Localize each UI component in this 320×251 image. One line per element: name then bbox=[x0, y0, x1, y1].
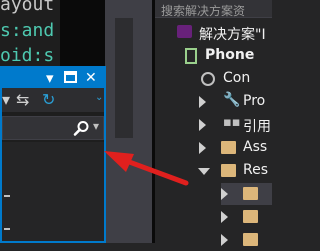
expand-arrow-icon[interactable] bbox=[221, 234, 228, 246]
tool-window-titlebar[interactable]: ▾ ✕ bbox=[2, 68, 104, 88]
code-line: oid:s bbox=[0, 45, 55, 66]
maximize-icon[interactable] bbox=[64, 71, 77, 83]
toolbar-dropdown-icon[interactable]: ▾ bbox=[2, 90, 12, 110]
folder-icon bbox=[243, 187, 258, 200]
search-icon[interactable] bbox=[73, 120, 90, 137]
code-editor[interactable]: ayout s:and oid:s bbox=[0, 0, 60, 70]
refresh-icon[interactable]: ↻ bbox=[42, 90, 55, 110]
references-icon: ▪▪ bbox=[223, 115, 241, 130]
folder-icon bbox=[221, 141, 236, 154]
tree-item-label: Ass bbox=[243, 139, 268, 155]
close-icon[interactable]: ✕ bbox=[85, 69, 97, 87]
solution-icon bbox=[177, 25, 192, 38]
search-placeholder: 搜索解决方案资 bbox=[161, 4, 246, 18]
tool-window-content bbox=[2, 142, 104, 241]
solution-explorer-search[interactable]: 搜索解决方案资 bbox=[155, 0, 272, 18]
tree-item-label: 解决方案"I bbox=[199, 27, 266, 43]
floating-tool-window: ▾ ✕ ▾ ⇆ ↻ ⌄ ▾ bbox=[0, 66, 106, 243]
collapse-arrow-icon[interactable] bbox=[198, 168, 210, 175]
solution-tree: 解决方案"I Phone Con 🔧 Pro ▪▪ 引用 Ass Res bbox=[155, 18, 272, 246]
expand-arrow-icon[interactable] bbox=[199, 142, 206, 154]
list-marker bbox=[4, 228, 10, 230]
tree-item-label: 引用 bbox=[243, 119, 271, 135]
expand-arrow-icon[interactable] bbox=[199, 119, 206, 131]
wrench-icon: 🔧 bbox=[223, 92, 241, 108]
expand-arrow-icon[interactable] bbox=[221, 188, 228, 200]
folder-icon bbox=[243, 210, 258, 223]
code-line: s:and bbox=[0, 20, 55, 41]
sync-icon[interactable]: ⇆ bbox=[16, 90, 29, 110]
expand-arrow-icon[interactable] bbox=[221, 211, 228, 223]
folder-icon bbox=[243, 233, 258, 246]
tree-item-label: Phone bbox=[205, 47, 255, 63]
phone-icon bbox=[185, 48, 197, 64]
search-options-dropdown-icon[interactable]: ▾ bbox=[93, 119, 99, 133]
tree-item-label: Con bbox=[223, 70, 251, 86]
code-line: ayout bbox=[0, 0, 55, 15]
window-position-dropdown-icon[interactable]: ▾ bbox=[46, 69, 54, 87]
tool-window-search-input[interactable]: ▾ bbox=[2, 116, 104, 140]
more-options-icon[interactable]: ⌄ bbox=[95, 88, 103, 108]
tool-window-toolbar: ▾ ⇆ ↻ ⌄ bbox=[2, 88, 104, 112]
tree-item-label: Pro bbox=[243, 93, 266, 109]
tree-item-resource-folder[interactable] bbox=[221, 183, 272, 205]
list-marker bbox=[4, 195, 10, 197]
expand-arrow-icon[interactable] bbox=[199, 96, 206, 108]
splitter-panel bbox=[105, 0, 152, 243]
tree-item-label: Res bbox=[243, 162, 269, 178]
globe-icon bbox=[201, 72, 215, 86]
scrollbar-track[interactable] bbox=[115, 18, 133, 138]
folder-icon bbox=[221, 164, 236, 177]
